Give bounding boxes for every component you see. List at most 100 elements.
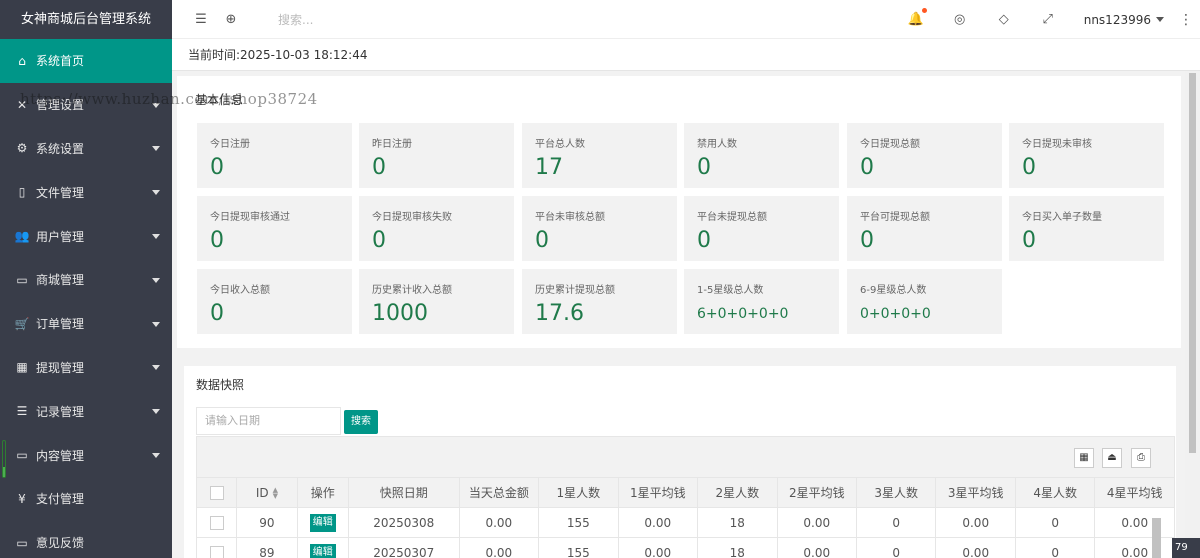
menu-toggle-icon[interactable]: ☰: [186, 12, 216, 27]
column-header[interactable]: 4星平均钱: [1094, 477, 1175, 508]
row-checkbox-cell: [195, 507, 238, 538]
row-checkbox[interactable]: [209, 515, 224, 530]
stat-label: 1-5星级总人数: [697, 285, 764, 296]
column-header-label: 4星人数: [1033, 486, 1078, 500]
column-header-label: 当天总金额: [468, 486, 529, 500]
stat-value: 0: [860, 228, 874, 253]
sort-icon[interactable]: ▲ ▼: [273, 487, 278, 500]
column-header[interactable]: 2星平均钱: [776, 477, 858, 508]
home-icon: ⌂: [18, 53, 26, 68]
column-header[interactable]: 4星人数: [1014, 477, 1096, 508]
column-header[interactable]: 1星人数: [538, 477, 619, 508]
table-cell: 20250308: [347, 507, 460, 538]
table-cell: 0.00: [776, 507, 858, 538]
column-header[interactable]: 操作: [296, 477, 349, 508]
page-scrollbar[interactable]: [1185, 71, 1200, 558]
table-cell: 20250307: [347, 537, 460, 558]
sidebar-item-4[interactable]: 👥 用户管理: [0, 214, 172, 258]
stat-label: 今日收入总额: [210, 285, 270, 296]
column-header[interactable]: 3星人数: [855, 477, 937, 508]
stat-label: 禁用人数: [697, 139, 737, 150]
export-icon[interactable]: ⏏: [1102, 448, 1122, 468]
chevron-down-icon: [1156, 17, 1164, 22]
sidebar-item-3[interactable]: ▯ 文件管理: [0, 170, 172, 214]
sidebar-item-9[interactable]: ▭ 内容管理: [0, 433, 172, 477]
user-menu[interactable]: nns123996: [1070, 13, 1172, 27]
table-row: 89 编辑 20250307 0.00 155 0.00 18 0.00 0 0.00 0 0.00: [195, 537, 1175, 558]
tag-icon[interactable]: ◇: [982, 12, 1026, 27]
table-cell: 0.00: [617, 537, 699, 558]
theme-icon[interactable]: ◎: [938, 12, 982, 27]
sidebar-item-label: 文件管理: [36, 185, 85, 200]
chevron-down-icon: [152, 453, 160, 459]
stat-card: 平台总人数 17: [522, 123, 677, 188]
users-icon: 👥: [14, 229, 30, 244]
sidebar-item-8[interactable]: ☰ 记录管理: [0, 389, 172, 433]
stat-value: 0: [697, 155, 711, 180]
search-input[interactable]: 搜索...: [278, 11, 313, 28]
column-header[interactable]: 快照日期: [347, 477, 460, 508]
sidebar-item-label: 商城管理: [36, 273, 85, 288]
columns-icon[interactable]: ▦: [1074, 448, 1094, 468]
table-scrollbar[interactable]: [1152, 518, 1161, 558]
row-checkbox-cell: [195, 537, 238, 558]
top-header: ☰ ⊕ 搜索... 🔔 ◎ ◇ ⤢ nns123996 ⋮: [172, 0, 1200, 39]
column-header-label: 操作: [310, 486, 335, 500]
table-cell: 0: [1014, 537, 1096, 558]
print-icon[interactable]: ⎙: [1131, 448, 1151, 468]
edit-button[interactable]: 编辑: [309, 513, 336, 532]
column-header[interactable]: 3星平均钱: [935, 477, 1016, 508]
notification-dot: [921, 8, 927, 13]
table-cell: 0.00: [1094, 537, 1175, 558]
table-cell: 18: [697, 537, 778, 558]
edit-button[interactable]: 编辑: [309, 543, 336, 558]
sidebar-nav: ⌂ 系统首页 ✕ 管理设置 ⚙ 系统设置 ▯ 文件管理 👥 用户管理 ▭ 商城管理 🛒 订单管理 ▦ 提现管理…: [0, 39, 172, 558]
table-cell: 0: [1014, 507, 1096, 538]
table-cell: 0: [855, 507, 937, 538]
column-header[interactable]: 2星人数: [697, 477, 778, 508]
snapshot-title: 数据快照: [196, 378, 245, 392]
stat-card: 禁用人数 0: [684, 123, 839, 188]
column-header[interactable]: 当天总金额: [458, 477, 540, 508]
current-time: 当前时间:2025-10-03 18:12:44: [172, 39, 1200, 71]
feedback-icon: ▭: [16, 535, 28, 550]
column-header-label: 4星平均钱: [1106, 486, 1163, 500]
chevron-down-icon: [152, 190, 160, 196]
column-header-label: ID: [255, 485, 269, 500]
stat-value: 0+0+0+0: [860, 306, 931, 322]
stat-label: 平台可提现总额: [860, 212, 930, 223]
table-cell: 0.00: [617, 507, 699, 538]
more-vertical-icon[interactable]: ⋮: [1172, 12, 1200, 28]
yen-icon: ¥: [18, 491, 26, 506]
column-header[interactable]: ID ▲ ▼: [236, 477, 298, 508]
chevron-down-icon: [152, 321, 160, 327]
scrollbar-thumb[interactable]: [1189, 73, 1196, 453]
sidebar-item-7[interactable]: ▦ 提现管理: [0, 346, 172, 390]
stat-label: 历史累计收入总额: [372, 285, 452, 296]
column-header[interactable]: 1星平均钱: [617, 477, 699, 508]
sidebar-item-2[interactable]: ⚙ 系统设置: [0, 127, 172, 171]
stat-label: 今日提现未审核: [1022, 139, 1092, 150]
sidebar-item-label: 系统设置: [36, 141, 85, 156]
bell-icon[interactable]: 🔔: [894, 8, 938, 27]
date-input[interactable]: 请输入日期: [196, 407, 341, 435]
stat-label: 今日提现审核通过: [210, 212, 290, 223]
sidebar-item-label: 内容管理: [36, 448, 85, 463]
sidebar-item-0[interactable]: ⌂ 系统首页: [0, 39, 172, 83]
sidebar-item-6[interactable]: 🛒 订单管理: [0, 302, 172, 346]
table-cell: 89: [236, 537, 298, 558]
table-cell: 0.00: [458, 507, 540, 538]
sidebar-item-10[interactable]: ¥ 支付管理: [0, 477, 172, 521]
search-button[interactable]: 搜索: [344, 410, 378, 434]
row-checkbox[interactable]: [209, 545, 224, 558]
fullscreen-icon[interactable]: ⤢: [1026, 12, 1070, 27]
stat-value: 0: [697, 228, 711, 253]
stat-value: 17.6: [535, 301, 584, 326]
globe-icon[interactable]: ⊕: [216, 12, 246, 27]
stat-label: 平台未审核总额: [535, 212, 605, 223]
select-all-checkbox[interactable]: [209, 485, 224, 500]
column-header-label: 2星平均钱: [788, 486, 845, 500]
sidebar-item-5[interactable]: ▭ 商城管理: [0, 258, 172, 302]
stat-card: 历史累计收入总额 1000: [359, 269, 514, 334]
sidebar-item-11[interactable]: ▭ 意见反馈: [0, 521, 172, 558]
